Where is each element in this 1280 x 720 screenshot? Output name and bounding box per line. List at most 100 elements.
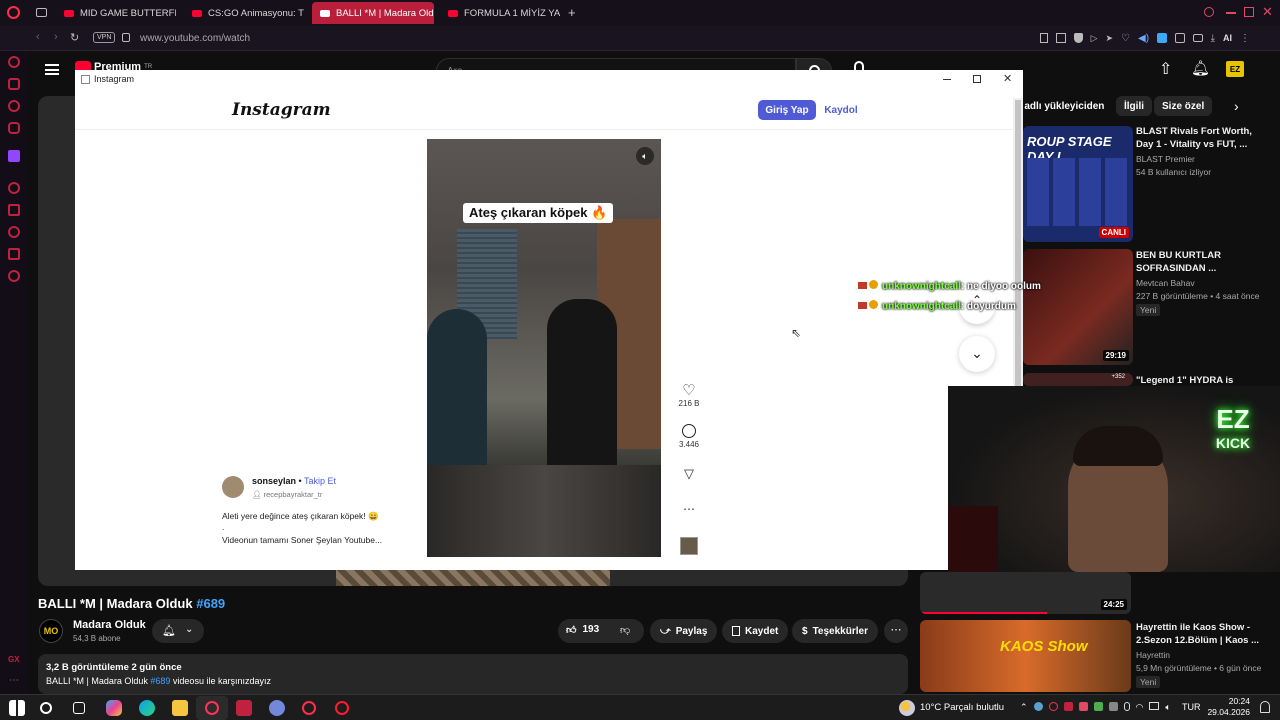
translate-extension-icon[interactable] xyxy=(1157,33,1167,43)
tray-steam-icon[interactable] xyxy=(1033,702,1043,711)
popup-minimize-icon[interactable] xyxy=(943,79,951,80)
gx-icon[interactable]: GX xyxy=(8,655,20,664)
signup-link[interactable]: Kaydol xyxy=(821,100,861,120)
tab-formula[interactable]: FORMULA 1 MİYİZ YA | Ka xyxy=(440,2,562,24)
tab-csgo[interactable]: CS:GO Animasyonu: Tüm xyxy=(184,2,304,24)
ai-button[interactable]: AI xyxy=(1223,33,1232,43)
instagram-logo[interactable]: Instagram xyxy=(232,100,331,120)
rec-channel[interactable]: Mevtcan Bahav xyxy=(1136,278,1195,288)
box-icon[interactable] xyxy=(8,248,20,260)
share-button[interactable]: ⤻ Paylaş xyxy=(650,619,718,643)
clock-icon[interactable] xyxy=(8,226,20,238)
login-button[interactable]: Giriş Yap xyxy=(758,100,816,120)
upload-icon[interactable]: ⇧ xyxy=(1159,59,1172,79)
tray-monitor-icon[interactable] xyxy=(1149,702,1160,710)
menu-dots-icon[interactable]: ⋮ xyxy=(1240,33,1250,44)
chip-for-you[interactable]: Size özel xyxy=(1154,96,1213,116)
tray-opera-icon[interactable] xyxy=(1048,702,1058,711)
url-field[interactable]: www.youtube.com/watch xyxy=(140,33,250,44)
twitch-icon[interactable] xyxy=(8,150,20,162)
video-hashtag[interactable]: #689 xyxy=(196,596,225,611)
settings-icon[interactable] xyxy=(8,270,20,282)
rec-thumbnail-hydra[interactable]: +352 xyxy=(1023,373,1133,386)
history-icon[interactable] xyxy=(8,56,20,68)
play-icon[interactable]: ▷ xyxy=(1091,33,1098,44)
camera-icon[interactable] xyxy=(1192,34,1203,42)
volume-icon[interactable]: 🔈︎ xyxy=(636,147,654,165)
clock[interactable]: 20:24 29.04.2026 xyxy=(1202,696,1250,718)
rec-thumbnail-4[interactable]: 24:25 xyxy=(920,572,1131,614)
thanks-button[interactable]: $ Teşekkürler xyxy=(792,619,878,643)
save-button[interactable]: Kaydet xyxy=(722,619,789,643)
forward-icon[interactable]: › xyxy=(54,31,58,43)
task-view-icon[interactable] xyxy=(73,702,85,714)
popup-close-icon[interactable]: ✕ xyxy=(1003,72,1012,85)
download-icon[interactable]: ⤓ xyxy=(1211,33,1215,44)
share-action[interactable]: ▽ xyxy=(675,466,703,482)
tray-app-icon[interactable] xyxy=(1093,702,1103,711)
rec-channel[interactable]: Hayrettin xyxy=(1136,650,1170,660)
like-button[interactable]: 👍︎ 193 xyxy=(566,624,599,636)
tab-balli-active[interactable]: BALLI *M | Madara Olduk xyxy=(312,2,434,24)
windows-start-icon[interactable] xyxy=(9,700,25,716)
tray-chevron-icon[interactable]: ⌃ xyxy=(1020,702,1028,713)
opera-logo-icon[interactable] xyxy=(7,6,20,19)
messenger-icon[interactable] xyxy=(8,100,20,112)
audio-extension-icon[interactable]: ◀) xyxy=(1138,33,1149,44)
minimize-icon[interactable] xyxy=(1226,12,1236,14)
chips-next-icon[interactable]: › xyxy=(1234,98,1239,114)
tray-volume-icon[interactable]: 🔈︎ xyxy=(1165,702,1170,713)
popup-maximize-icon[interactable] xyxy=(973,75,981,83)
language-indicator[interactable]: TUR xyxy=(1182,702,1201,712)
opera-red-icon[interactable] xyxy=(335,701,349,715)
like-action[interactable]: ♡ 216 B xyxy=(675,381,703,408)
weather-icon[interactable] xyxy=(899,700,915,716)
notifications-bell-icon[interactable]: 🔔︎ xyxy=(1191,59,1210,77)
bookmarks-icon[interactable] xyxy=(8,204,20,216)
tray-app-icon[interactable] xyxy=(1108,702,1118,711)
rec-channel[interactable]: BLAST Premier xyxy=(1136,154,1195,164)
avatar[interactable]: EZ xyxy=(1226,61,1244,77)
rec-title[interactable]: BLAST Rivals Fort Worth, Day 1 - Vitalit… xyxy=(1136,125,1266,151)
weather-text[interactable]: 10°C Parçalı bulutlu xyxy=(920,702,1004,713)
scrollbar-thumb[interactable] xyxy=(1015,100,1021,386)
music-icon[interactable] xyxy=(8,182,20,194)
hamburger-menu-icon[interactable] xyxy=(45,64,59,75)
close-window-icon[interactable]: ✕ xyxy=(1262,4,1273,20)
follow-link[interactable]: Takip Et xyxy=(304,476,336,486)
chip-uploader[interactable]: k adlı yükleyiciden xyxy=(1016,96,1112,116)
rec-thumbnail-blast[interactable]: ROUP STAGE DAY I CANLI xyxy=(1023,126,1133,242)
tray-app-icon[interactable] xyxy=(1063,702,1073,711)
instagram-sidebar-icon[interactable] xyxy=(8,122,20,134)
next-reel-button[interactable]: ⌄ xyxy=(959,336,995,372)
channel-avatar[interactable]: MO xyxy=(39,619,63,643)
author-username[interactable]: sonseylan xyxy=(252,476,296,486)
tray-app-icon[interactable] xyxy=(1078,702,1088,711)
caption-more[interactable]: Videonun tamamı Soner Şeylan Youtube... xyxy=(222,535,382,545)
description-box[interactable]: 3,2 B görüntüleme 2 gün önce BALLI *M | … xyxy=(38,654,908,694)
copilot-icon[interactable] xyxy=(106,700,122,716)
author-avatar[interactable] xyxy=(222,476,244,498)
maximize-icon[interactable] xyxy=(1244,7,1254,17)
tray-mic-icon[interactable] xyxy=(1123,702,1130,711)
tray-wifi-icon[interactable]: ◠ xyxy=(1136,702,1144,713)
more-icon[interactable]: ⋯ xyxy=(9,675,19,686)
back-icon[interactable]: ‹ xyxy=(36,31,40,43)
rec-thumbnail-kurtlar[interactable]: 29:19 xyxy=(1023,249,1133,365)
shield-icon[interactable] xyxy=(1073,33,1083,43)
desc-hashtag[interactable]: #689 xyxy=(150,676,170,686)
dislike-button[interactable]: 👎︎ xyxy=(620,624,630,636)
new-tab-button[interactable]: + xyxy=(568,5,576,20)
rec-thumbnail-kaos[interactable]: KAOS Show xyxy=(920,620,1131,692)
bookmark-icon[interactable] xyxy=(1040,33,1048,43)
audio-thumbnail[interactable] xyxy=(680,537,698,555)
discord-icon[interactable] xyxy=(269,700,285,716)
channel-name[interactable]: Madara Olduk xyxy=(73,619,146,631)
rec-title[interactable]: BEN BU KURTLAR SOFRASINDAN ... xyxy=(1136,249,1266,275)
puzzle-icon[interactable] xyxy=(1174,33,1185,43)
search-taskbar-icon[interactable] xyxy=(40,702,52,714)
more-options-icon[interactable]: ⋯ xyxy=(675,502,703,516)
user-icon[interactable] xyxy=(8,78,20,90)
more-actions-button[interactable]: ⋯ xyxy=(884,619,908,643)
voicemod-icon[interactable] xyxy=(236,700,252,716)
